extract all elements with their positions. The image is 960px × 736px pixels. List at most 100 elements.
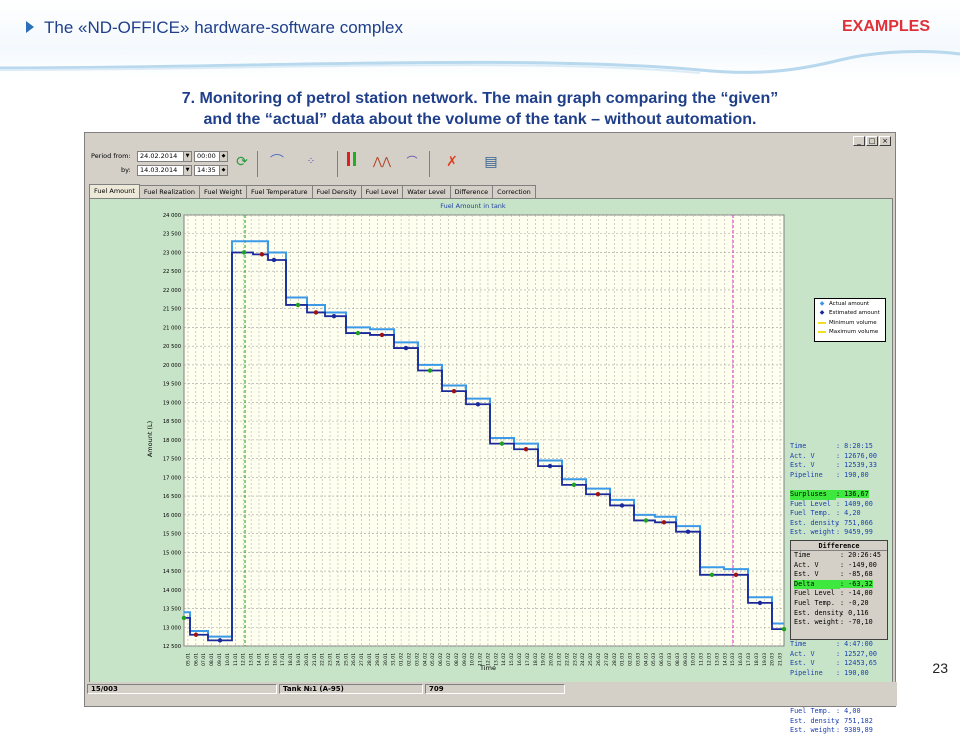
data-point <box>661 520 667 525</box>
curve-chart-icon[interactable]: ⌒ <box>402 152 422 172</box>
fuel-amount-chart[interactable]: Fuel Amount in tank Amount (L) Time 24 0… <box>90 199 892 687</box>
y-tick-label: 12 500 <box>163 644 181 650</box>
x-tick-label: 01.02 <box>399 653 405 666</box>
y-tick-label: 13 500 <box>163 607 181 613</box>
tab-fuel-amount[interactable]: Fuel Amount <box>89 184 140 198</box>
y-tick-label: 14 000 <box>163 588 181 594</box>
x-tick-label: 13.03 <box>714 653 720 666</box>
period-from-time-value: 00:00 <box>197 152 216 160</box>
tab-strip: Fuel Amount Fuel Realization Fuel Weight… <box>89 184 536 198</box>
x-tick-label: 12.03 <box>707 653 713 666</box>
maximize-button[interactable]: □ <box>866 136 878 146</box>
info-row: Fuel Temp.: 4,20 <box>790 509 877 519</box>
diamond-icon: ◆ <box>819 309 825 317</box>
y-tick-label: 20 000 <box>163 363 181 369</box>
info-row: Est. density: 0,116 <box>791 609 887 619</box>
x-tick-label: 24.01 <box>335 653 341 666</box>
x-tick-label: 27.02 <box>604 653 610 666</box>
period-from-time-input[interactable]: 00:00 ◆ <box>194 151 228 162</box>
refresh-icon[interactable]: ⟳ <box>232 152 252 172</box>
difference-title: Difference <box>791 541 887 551</box>
page-number: 23 <box>932 660 948 676</box>
minimize-button[interactable]: _ <box>853 136 865 146</box>
x-tick-label: 19.03 <box>762 653 768 666</box>
info-row: Fuel Temp.: -0,20 <box>791 599 887 609</box>
y-tick-label: 16 500 <box>163 494 181 500</box>
data-point <box>193 632 199 637</box>
tab-water-level[interactable]: Water Level <box>402 185 451 198</box>
toolbar: Period from: 24.02.2014 ▼ 00:00 ◆ by: 14… <box>89 149 893 183</box>
by-time-input[interactable]: 14:35 ◆ <box>194 165 228 176</box>
info-key: Fuel Level <box>794 589 835 598</box>
period-from-date-input[interactable]: 24.02.2014 ▼ <box>137 151 192 162</box>
markers-icon[interactable] <box>341 152 361 172</box>
data-point <box>571 482 577 488</box>
status-count: 709 <box>425 684 565 694</box>
x-tick-label: 11.02 <box>478 653 484 666</box>
info-value: : 12539,33 <box>836 461 877 470</box>
scatter-chart-icon[interactable]: ⁘ <box>301 152 321 172</box>
info-row: Fuel Level: 1409,00 <box>790 500 877 510</box>
toolbar-divider <box>337 151 338 177</box>
x-tick-label: 11.03 <box>699 653 705 666</box>
tab-fuel-level[interactable]: Fuel Level <box>360 185 404 198</box>
close-button[interactable]: × <box>879 136 891 146</box>
x-tick-label: 02.02 <box>407 653 413 666</box>
x-tick-label: 03.03 <box>635 653 641 666</box>
by-date-input[interactable]: 14.03.2014 ▼ <box>137 165 192 176</box>
x-tick-label: 16.03 <box>738 653 744 666</box>
x-tick-label: 20.01 <box>304 653 310 666</box>
info-row: Pipeline: 190,00 <box>790 669 877 679</box>
tab-fuel-density[interactable]: Fuel Density <box>311 185 362 198</box>
data-point <box>313 310 319 315</box>
chart-line-icon[interactable]: ⌒ <box>267 152 287 172</box>
info-key: Est. V <box>790 461 815 470</box>
data-point <box>781 626 787 632</box>
x-tick-label: 28.01 <box>367 653 373 666</box>
app-window: _ □ × Period from: 24.02.2014 ▼ 00:00 ◆ … <box>84 132 897 734</box>
by-time-value: 14:35 <box>197 166 216 174</box>
x-tick-label: 21.01 <box>312 653 318 666</box>
status-bar: 15/003 Tank №1 (A-95) 709 <box>85 682 897 706</box>
info-row: Time: 8:20:15 <box>790 442 877 452</box>
tab-correction[interactable]: Correction <box>492 185 536 198</box>
y-tick-label: 21 000 <box>163 325 181 331</box>
header-swoosh-decoration <box>0 50 960 74</box>
clear-chart-icon[interactable]: ✗ <box>442 152 462 172</box>
info-row: Est. V: 12453,65 <box>790 659 877 669</box>
info-key: Act. V <box>790 451 815 460</box>
x-tick-label: 22.01 <box>320 653 326 666</box>
info-row: Est. weight: -70,10 <box>791 618 887 628</box>
data-point <box>475 402 481 407</box>
info-row: Fuel Temp.: 4,00 <box>790 707 877 717</box>
x-tick-label: 12.01 <box>241 653 247 666</box>
x-tick-label: 19.01 <box>296 653 302 666</box>
x-tick-label: 14.03 <box>722 653 728 666</box>
tab-fuel-temperature[interactable]: Fuel Temperature <box>246 185 313 198</box>
info-key: Est. density <box>794 608 844 617</box>
info-key: Est. weight <box>790 528 836 537</box>
info-row: Est. weight: 9459,99 <box>790 528 877 538</box>
trend-chart-icon[interactable]: ⋀⋀ <box>372 152 392 172</box>
chevron-down-icon[interactable]: ▼ <box>183 166 191 175</box>
tab-fuel-realization[interactable]: Fuel Realization <box>138 185 200 198</box>
x-tick-label: 08.02 <box>454 653 460 666</box>
x-tick-label: 05.03 <box>651 653 657 666</box>
tab-difference[interactable]: Difference <box>449 185 494 198</box>
info-key: Pipeline <box>790 470 823 479</box>
spin-icon[interactable]: ◆ <box>219 166 227 175</box>
legend-entry: Maximum volume <box>815 328 885 338</box>
data-point <box>547 463 553 469</box>
x-tick-label: 11.01 <box>233 653 239 666</box>
export-icon[interactable]: ▤ <box>481 152 501 172</box>
y-tick-label: 14 500 <box>163 569 181 575</box>
spin-icon[interactable]: ◆ <box>219 152 227 161</box>
info-key: Time <box>790 442 807 450</box>
info-value: : 751,066 <box>836 518 873 527</box>
chevron-down-icon[interactable]: ▼ <box>183 152 191 161</box>
info-key: Time <box>790 640 807 648</box>
tab-fuel-weight[interactable]: Fuel Weight <box>198 185 247 198</box>
info-row: Act. V: 12676,00 <box>790 452 877 462</box>
x-tick-label: 30.01 <box>383 653 389 666</box>
info-key: Est. V <box>790 659 815 668</box>
